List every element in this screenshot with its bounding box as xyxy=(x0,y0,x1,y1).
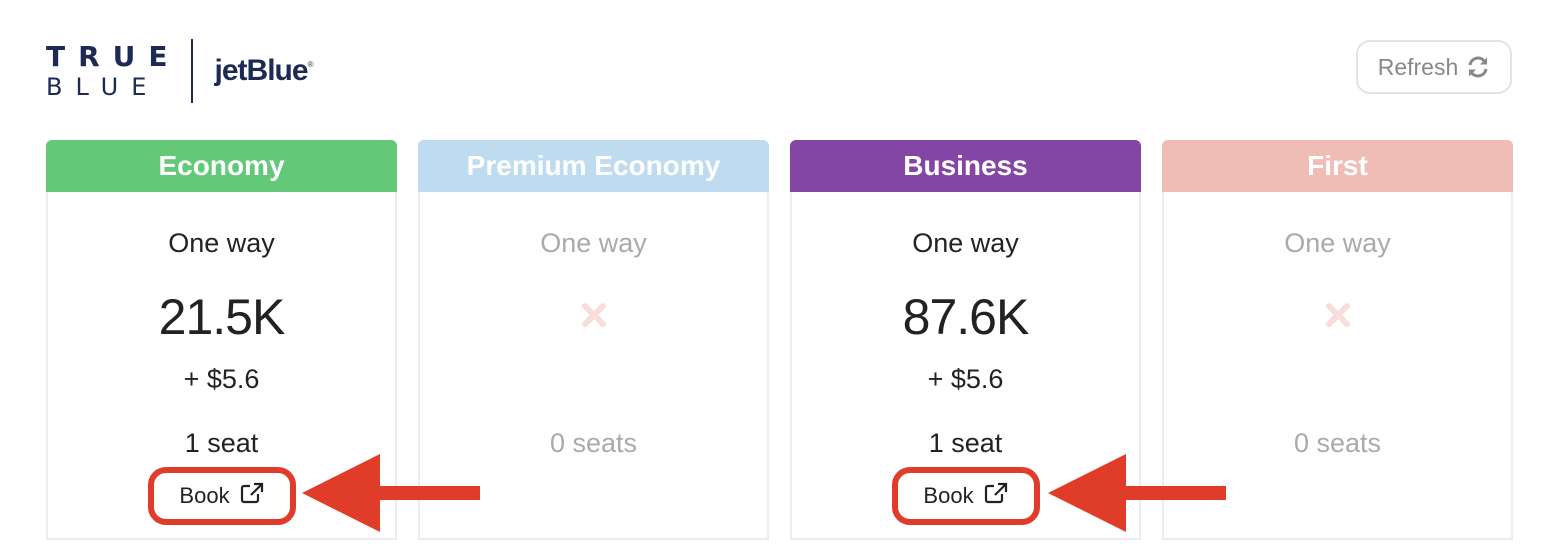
book-label: Book xyxy=(179,483,230,508)
book-button-economy[interactable]: Book xyxy=(147,467,296,525)
logo-bottom-text: BLUE xyxy=(46,73,160,101)
external-link-icon xyxy=(240,482,264,510)
cross-icon xyxy=(1164,302,1511,333)
annotation-arrow-right xyxy=(1048,454,1226,532)
book-label: Book xyxy=(923,483,974,508)
refresh-button[interactable]: Refresh xyxy=(1356,40,1512,94)
points-price: 87.6K xyxy=(902,289,1030,345)
trip-type: One way xyxy=(540,228,647,258)
cross-icon xyxy=(420,302,767,333)
logo-divider xyxy=(190,39,193,103)
card-title: First xyxy=(1307,150,1368,181)
brand-header: TRUE BLUE jetBlue® xyxy=(46,38,314,104)
card-title: Premium Economy xyxy=(466,150,721,181)
card-title: Economy xyxy=(158,150,285,181)
refresh-label: Refresh xyxy=(1377,53,1459,80)
cash-fee: + $5.6 xyxy=(183,364,260,394)
card-header-economy: Economy xyxy=(46,140,397,192)
cash-fee: + $5.6 xyxy=(927,364,1004,394)
book-button-business[interactable]: Book xyxy=(891,467,1040,525)
registered-mark: ® xyxy=(307,60,314,69)
card-header-business: Business xyxy=(790,140,1141,192)
trip-type: One way xyxy=(1284,228,1391,258)
refresh-icon xyxy=(1466,56,1490,78)
external-link-icon xyxy=(984,482,1008,510)
card-header-first: First xyxy=(1162,140,1513,192)
points-price: 21.5K xyxy=(158,289,286,345)
jetblue-logo: jetBlue® xyxy=(214,54,314,88)
card-title: Business xyxy=(903,150,1028,181)
logo-top-text: TRUE xyxy=(46,40,181,73)
annotation-arrow-left xyxy=(302,454,480,532)
jetblue-text: jetBlue xyxy=(214,54,309,87)
card-header-premium-economy: Premium Economy xyxy=(418,140,769,192)
trip-type: One way xyxy=(912,228,1019,258)
trueblue-logo: TRUE BLUE xyxy=(46,40,181,101)
trip-type: One way xyxy=(168,228,275,258)
